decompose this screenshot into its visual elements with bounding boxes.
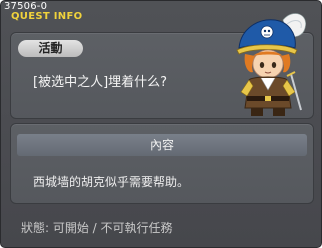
details-header: 內容 — [17, 134, 307, 156]
quest-description: 西城墙的胡克似乎需要帮助。 — [33, 175, 190, 189]
quest-name: [被选中之人]埋着什么? — [33, 75, 168, 90]
quest-category-badge: 活動 — [18, 40, 83, 57]
npc-portrait-icon — [236, 13, 306, 116]
quest-details-panel: 內容 西城墙的胡克似乎需要帮助。 — [10, 123, 314, 204]
quest-summary-panel: 活動 [被选中之人]埋着什么? — [10, 13, 314, 119]
quest-status: 狀態: 可開始 / 不可執行任務 — [21, 221, 173, 235]
quest-info-window: 37506-0 QUEST INFO 活動 [被选中之人]埋着什么? 內容 西城… — [0, 0, 322, 248]
window-title: QUEST INFO — [11, 11, 83, 22]
